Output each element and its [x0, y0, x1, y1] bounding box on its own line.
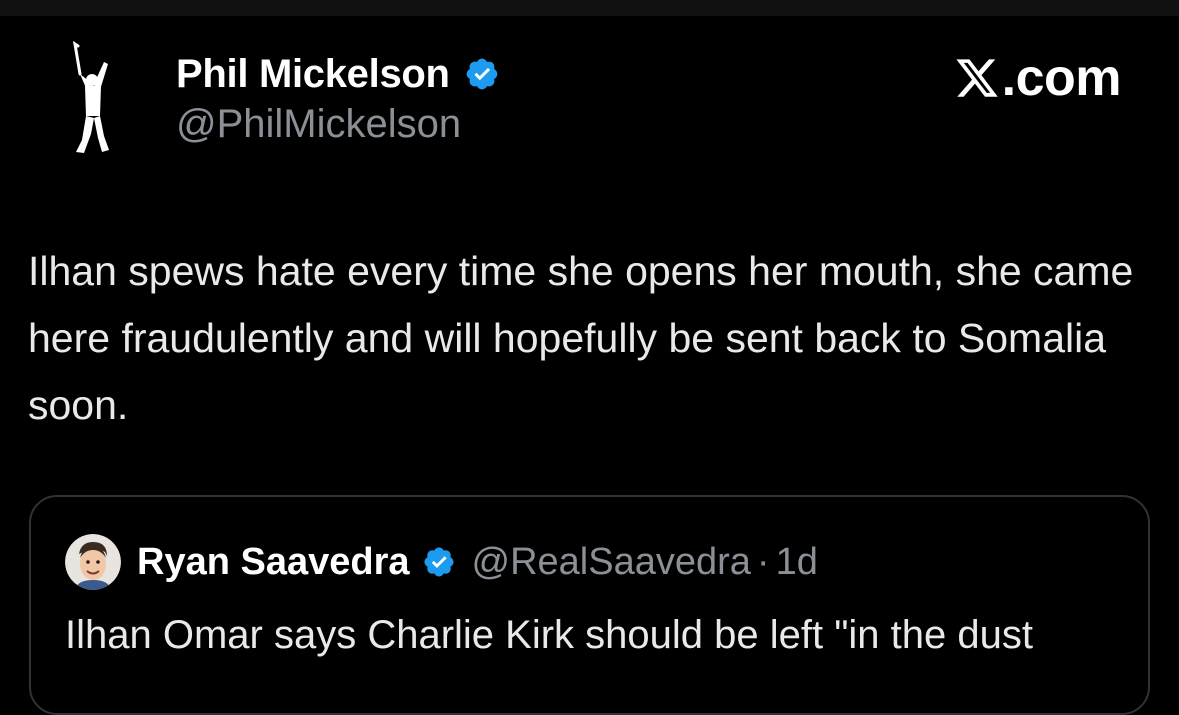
author-handle[interactable]: @PhilMickelson	[176, 102, 461, 147]
top-status-strip	[0, 0, 1179, 16]
cartoon-face-avatar-icon[interactable]	[65, 534, 121, 590]
quoted-post-timestamp[interactable]: 1d	[776, 541, 818, 584]
author-name[interactable]: Phil Mickelson	[176, 52, 450, 97]
quoted-post-text: Ilhan Omar says Charlie Kirk should be l…	[65, 613, 1033, 657]
golfer-silhouette-icon	[72, 40, 109, 153]
quoted-post-card[interactable]: Ryan Saavedra @RealSaavedra · 1d Ilhan O…	[29, 495, 1150, 715]
post-text: Ilhan spews hate every time she opens he…	[28, 248, 1134, 428]
author-name-row[interactable]: Phil Mickelson	[176, 50, 500, 98]
quoted-author-name[interactable]: Ryan Saavedra	[137, 541, 410, 584]
verified-badge-icon	[423, 547, 454, 577]
author-avatar[interactable]	[58, 40, 128, 160]
source-brand: .com	[954, 49, 1122, 107]
verified-badge-icon	[466, 58, 498, 90]
brand-domain-text: .com	[1001, 49, 1122, 107]
separator-dot: ·	[756, 540, 770, 583]
quoted-author-handle[interactable]: @RealSaavedra	[472, 541, 751, 584]
quoted-post-header: Ryan Saavedra @RealSaavedra · 1d	[65, 533, 818, 591]
x-logo-icon	[956, 59, 998, 97]
